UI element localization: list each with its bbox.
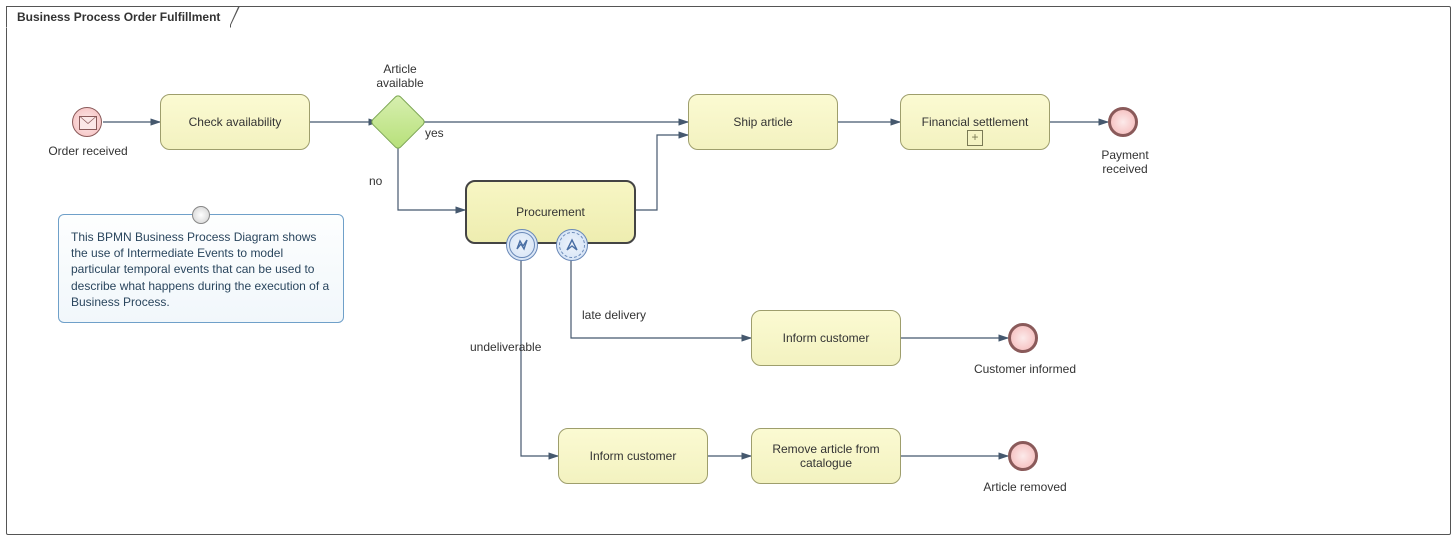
end-event-payment-label: Payment received [1080, 148, 1170, 176]
error-icon [514, 237, 530, 253]
task-label: Procurement [516, 205, 585, 219]
task-label: Inform customer [590, 449, 677, 463]
pool-title: Business Process Order Fulfillment [6, 6, 231, 28]
boundary-undeliverable-label: undeliverable [470, 340, 541, 354]
task-label: Financial settlement [922, 115, 1029, 129]
task-ship-article[interactable]: Ship article [688, 94, 838, 150]
message-icon [79, 116, 97, 130]
task-label: Check availability [189, 115, 282, 129]
start-event-message[interactable] [72, 107, 102, 137]
note-text: This BPMN Business Process Diagram shows… [71, 230, 329, 309]
task-remove-article[interactable]: Remove article from catalogue [751, 428, 901, 484]
end-event-customer-informed[interactable] [1008, 323, 1038, 353]
end-event-customer-informed-label: Customer informed [965, 362, 1085, 376]
gateway-yes-label: yes [425, 126, 444, 140]
subprocess-expand-icon[interactable]: + [967, 130, 983, 146]
boundary-event-escalation[interactable] [556, 229, 588, 261]
task-inform-customer-late[interactable]: Inform customer [751, 310, 901, 366]
end-event-article-removed-label: Article removed [975, 480, 1075, 494]
gateway-title: Article available [370, 62, 430, 90]
bpmn-canvas: Business Process Order Fulfillment Order… [0, 0, 1456, 539]
boundary-late-label: late delivery [582, 308, 646, 322]
task-check-availability[interactable]: Check availability [160, 94, 310, 150]
task-financial-settlement[interactable]: Financial settlement + [900, 94, 1050, 150]
escalation-icon [565, 238, 579, 252]
boundary-event-error[interactable] [506, 229, 538, 261]
end-event-payment[interactable] [1108, 107, 1138, 137]
task-inform-customer-undeliverable[interactable]: Inform customer [558, 428, 708, 484]
start-event-label: Order received [38, 144, 138, 158]
task-label: Inform customer [783, 331, 870, 345]
gateway-no-label: no [369, 174, 382, 188]
diagram-note: This BPMN Business Process Diagram shows… [58, 214, 344, 323]
note-pin-icon [192, 206, 210, 224]
task-label: Remove article from catalogue [756, 442, 896, 470]
task-label: Ship article [733, 115, 792, 129]
end-event-article-removed[interactable] [1008, 441, 1038, 471]
task-procurement[interactable]: Procurement [465, 180, 636, 244]
